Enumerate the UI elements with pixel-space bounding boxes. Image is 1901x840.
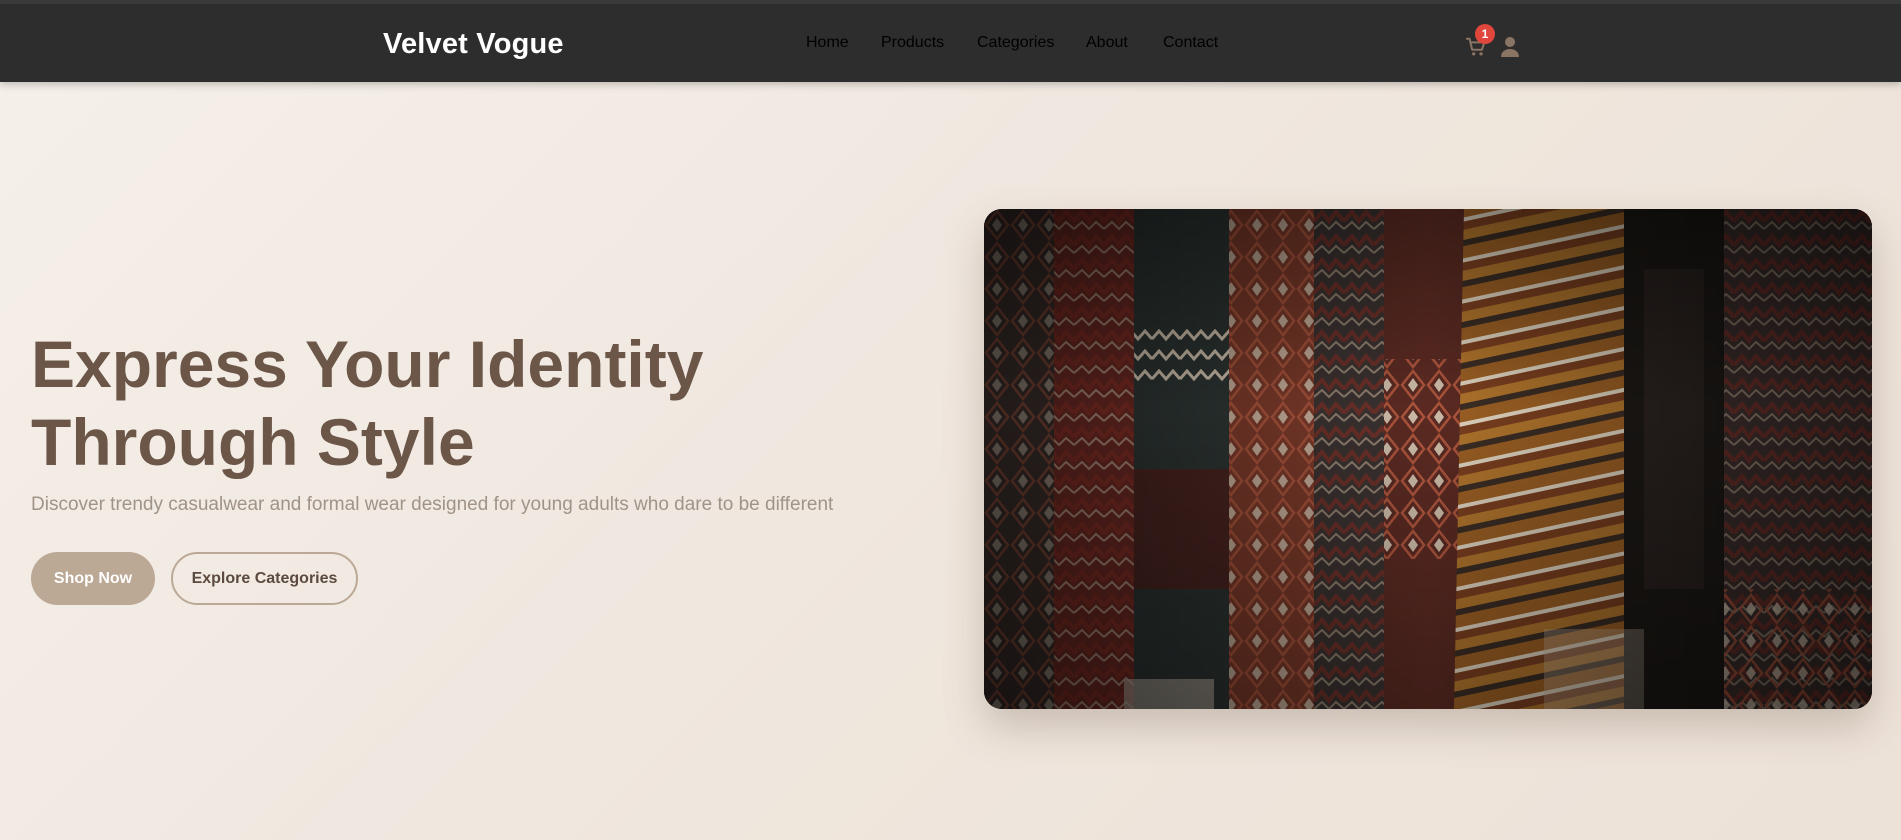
nav-products[interactable]: Products [881, 34, 944, 52]
top-navbar: Velvet Vogue Home Products Categories Ab… [0, 0, 1901, 82]
hero-title: Express Your Identity Through Style [31, 325, 931, 481]
hero-title-line2: Through Style [31, 405, 475, 479]
nav-about[interactable]: About [1086, 34, 1128, 52]
user-icon[interactable] [1500, 36, 1520, 58]
brand-logo[interactable]: Velvet Vogue [383, 28, 564, 61]
shop-now-button[interactable]: Shop Now [31, 552, 155, 605]
nav-categories[interactable]: Categories [977, 34, 1054, 52]
cart-count-badge: 1 [1475, 24, 1495, 44]
nav-home[interactable]: Home [806, 34, 849, 52]
hero-title-line1: Express Your Identity [31, 327, 704, 401]
explore-categories-button[interactable]: Explore Categories [171, 552, 358, 605]
hero-subtitle: Discover trendy casualwear and formal we… [31, 494, 834, 515]
nav-contact[interactable]: Contact [1163, 34, 1218, 52]
hero-image [984, 209, 1872, 709]
